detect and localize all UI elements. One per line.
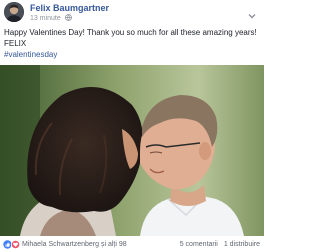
- reactions-summary[interactable]: Mihaela Schwartzenberg și alți 98: [22, 241, 127, 248]
- post-text: Happy Valentines Day! Thank you so much …: [4, 27, 260, 60]
- like-reaction-icon: [3, 240, 12, 249]
- author-name[interactable]: Felix Baumgartner: [30, 3, 109, 13]
- post-footer: Mihaela Schwartzenberg și alți 98 5 come…: [0, 238, 264, 252]
- shares-count[interactable]: 1 distribuire: [224, 241, 260, 248]
- post-timestamp[interactable]: 13 minute: [30, 15, 61, 22]
- reaction-icons[interactable]: [3, 239, 21, 250]
- comments-count[interactable]: 5 comentarii: [180, 241, 218, 248]
- chevron-down-icon[interactable]: [248, 6, 256, 19]
- facebook-post: Felix Baumgartner 13 minute Happy Valent…: [0, 0, 264, 252]
- heart-reaction-icon: [10, 239, 21, 250]
- globe-icon: [64, 14, 72, 23]
- post-text-line-1: Happy Valentines Day! Thank you so much …: [4, 28, 257, 37]
- author-avatar[interactable]: [4, 2, 24, 22]
- hashtag-link[interactable]: #valentinesday: [4, 49, 260, 60]
- post-text-line-2: FELIX: [4, 39, 27, 48]
- post-photo[interactable]: [0, 65, 264, 236]
- post-meta: 13 minute: [30, 14, 72, 23]
- engagement-counts: 5 comentarii 1 distribuire: [180, 241, 260, 248]
- post-header: Felix Baumgartner 13 minute: [4, 2, 260, 24]
